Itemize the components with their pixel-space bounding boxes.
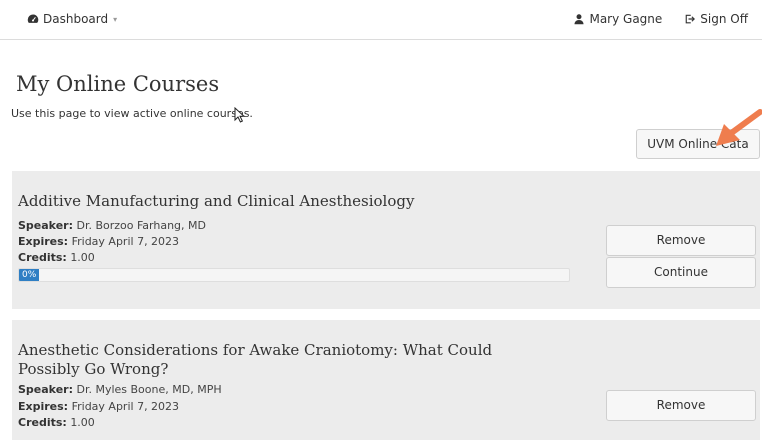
course-expires: Expires: Friday April 7, 2023 — [18, 399, 179, 414]
speaker-value: Dr. Myles Boone, MD, MPH — [76, 383, 222, 396]
course-speaker: Speaker: Dr. Borzoo Farhang, MD — [18, 218, 206, 233]
course-card: Additive Manufacturing and Clinical Anes… — [12, 171, 760, 309]
chevron-down-icon: ▾ — [113, 14, 118, 24]
course-title: Anesthetic Considerations for Awake Cran… — [18, 341, 493, 378]
user-icon — [574, 14, 584, 25]
mouse-cursor-icon — [234, 107, 246, 123]
continue-button[interactable]: Continue — [606, 257, 756, 288]
credits-value: 1.00 — [70, 416, 95, 429]
sign-off-label: Sign Off — [700, 12, 748, 26]
page-subtitle: Use this page to view active online cour… — [11, 107, 253, 120]
dashboard-menu[interactable]: Dashboard ▾ — [27, 12, 117, 26]
credits-label: Credits: — [18, 251, 67, 264]
speaker-label: Speaker: — [18, 383, 73, 396]
speaker-value: Dr. Borzoo Farhang, MD — [76, 219, 206, 232]
expires-label: Expires: — [18, 400, 69, 413]
expires-value: Friday April 7, 2023 — [71, 400, 180, 413]
user-menu[interactable]: Mary Gagne — [573, 12, 662, 26]
course-expires: Expires: Friday April 7, 2023 — [18, 234, 179, 249]
credits-value: 1.00 — [70, 251, 95, 264]
course-credits: Credits: 1.00 — [18, 415, 95, 430]
expires-value: Friday April 7, 2023 — [71, 235, 180, 248]
sign-off-link[interactable]: Sign Off — [684, 12, 748, 26]
dashboard-icon — [27, 14, 39, 23]
page-title: My Online Courses — [16, 72, 220, 96]
expires-label: Expires: — [18, 235, 69, 248]
credits-label: Credits: — [18, 416, 67, 429]
speaker-label: Speaker: — [18, 219, 73, 232]
course-credits: Credits: 1.00 — [18, 250, 95, 265]
remove-button[interactable]: Remove — [606, 390, 756, 421]
sign-out-icon — [685, 14, 696, 24]
progress-bar: 0% — [18, 268, 570, 282]
progress-bar-fill: 0% — [19, 269, 39, 281]
remove-button[interactable]: Remove — [606, 225, 756, 256]
course-speaker: Speaker: Dr. Myles Boone, MD, MPH — [18, 382, 222, 397]
user-name: Mary Gagne — [589, 12, 663, 26]
course-title: Additive Manufacturing and Clinical Anes… — [18, 192, 415, 210]
course-card: Anesthetic Considerations for Awake Cran… — [12, 320, 760, 440]
annotation-arrow-icon — [716, 109, 762, 146]
dashboard-label: Dashboard — [43, 12, 109, 26]
top-nav: Dashboard ▾ Mary Gagne Sign Off — [0, 0, 762, 40]
